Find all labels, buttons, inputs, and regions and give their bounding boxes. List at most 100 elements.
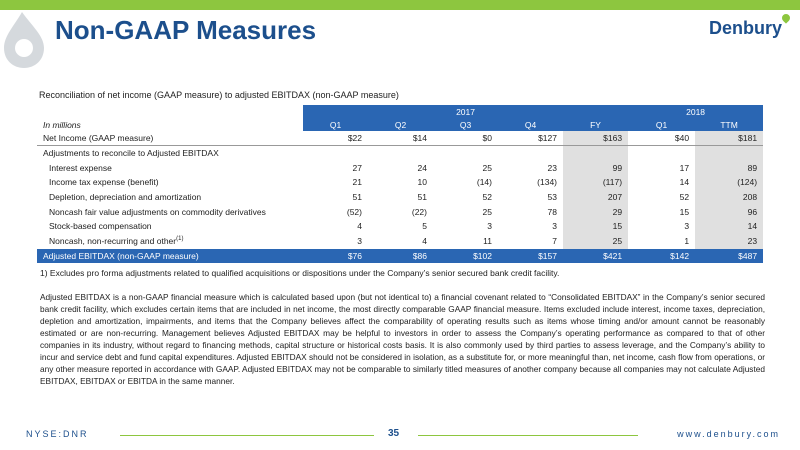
ticker-label: NYSE:DNR	[26, 429, 89, 439]
cell: $127	[498, 131, 563, 147]
cell: 1	[684, 236, 690, 247]
cell: 207	[563, 189, 629, 205]
footnote: 1) Excludes pro forma adjustments relate…	[40, 268, 560, 278]
cell: 15	[679, 206, 690, 217]
reconciliation-table: 2017 2018 In millions Q1 Q2 Q3 Q4 FY Q1 …	[37, 105, 764, 264]
year-header-row: 2017 2018	[37, 105, 764, 118]
cell: 14	[679, 177, 690, 188]
cell: 23	[547, 162, 557, 173]
net-income-row: Net Income (GAAP measure) $22 $14 $0 $12…	[37, 131, 764, 147]
cell: 89	[695, 160, 764, 176]
cell: (134)	[537, 177, 557, 188]
cell: 10	[417, 177, 427, 188]
unit-label: In millions	[37, 118, 303, 131]
table-subtitle: Reconciliation of net income (GAAP measu…	[39, 90, 399, 100]
cell: $76	[303, 248, 368, 264]
water-drop-icon	[4, 12, 44, 68]
cell: 3	[684, 221, 690, 232]
row-label: Noncash, non-recurring and other(1)	[49, 236, 184, 247]
year-2018-header: 2018	[628, 105, 764, 118]
col-header: FY	[563, 118, 629, 131]
year-2017-header: 2017	[303, 105, 629, 118]
col-header: Q1	[628, 118, 696, 131]
cell: $102	[433, 248, 498, 264]
cell: (124)	[695, 175, 764, 190]
cell: 27	[352, 162, 362, 173]
col-header: Q4	[498, 118, 563, 131]
footer-divider-right	[418, 435, 638, 436]
cell: 4	[357, 221, 362, 232]
table-row: Income tax expense (benefit) 21 10 (14) …	[37, 175, 764, 190]
cell: $181	[695, 131, 764, 147]
cell: 11	[483, 236, 492, 247]
footnote-marker: (1)	[176, 236, 184, 243]
cell: $86	[368, 248, 433, 264]
cell: 5	[422, 221, 427, 232]
logo-drop-icon	[780, 12, 792, 24]
website-url: www.denbury.com	[677, 429, 780, 439]
col-header: Q1	[303, 118, 368, 131]
cell: 208	[695, 189, 764, 205]
row-label: Net Income (GAAP measure)	[37, 131, 303, 147]
cell: 21	[352, 177, 362, 188]
col-header: TTM	[695, 118, 764, 131]
cell: (117)	[563, 175, 629, 190]
col-header: Q2	[368, 118, 433, 131]
period-header-row: In millions Q1 Q2 Q3 Q4 FY Q1 TTM	[37, 118, 764, 131]
cell: 51	[352, 192, 362, 203]
cell: 52	[679, 192, 690, 203]
top-accent-bar	[0, 0, 800, 10]
table-row: Noncash, non-recurring and other(1) 3 4 …	[37, 233, 764, 249]
cell: 4	[422, 236, 427, 247]
cell: (14)	[476, 177, 492, 188]
cell: 53	[547, 192, 557, 203]
definition-paragraph: Adjusted EBITDAX is a non-GAAP financial…	[40, 292, 765, 386]
cell: 96	[695, 204, 764, 220]
table-row: Stock-based compensation 4 5 3 3 15 3 14	[37, 219, 764, 234]
row-label: Interest expense	[49, 162, 112, 173]
row-label: Stock-based compensation	[49, 221, 152, 232]
row-label: Noncash fair value adjustments on commod…	[49, 206, 266, 217]
row-label: Adjustments to reconcile to Adjusted EBI…	[43, 148, 219, 159]
row-label: Depletion, depreciation and amortization	[49, 192, 202, 203]
page-number: 35	[388, 428, 400, 439]
cell: $487	[695, 248, 764, 264]
footer-divider-left	[120, 435, 374, 436]
cell: 78	[547, 206, 557, 217]
cell: 3	[357, 236, 362, 247]
cell: (52)	[346, 206, 362, 217]
row-label: Income tax expense (benefit)	[49, 177, 159, 188]
cell: $421	[563, 248, 629, 264]
cell: 7	[552, 236, 557, 247]
cell: 15	[563, 219, 629, 234]
cell: 23	[695, 233, 764, 249]
cell: $142	[628, 248, 696, 264]
adjustments-heading-row: Adjustments to reconcile to Adjusted EBI…	[37, 145, 764, 161]
cell: $40	[628, 131, 696, 147]
cell: $14	[368, 131, 433, 147]
cell: 3	[487, 221, 492, 232]
cell: 17	[679, 162, 690, 173]
cell: 51	[417, 192, 427, 203]
table-row: Interest expense 27 24 25 23 99 17 89	[37, 160, 764, 176]
cell: 25	[563, 233, 629, 249]
cell: $157	[498, 248, 563, 264]
col-header: Q3	[433, 118, 498, 131]
company-logo: Denbury	[708, 18, 782, 38]
cell: 99	[563, 160, 629, 176]
cell: $0	[433, 131, 498, 147]
cell: 29	[563, 204, 629, 220]
total-row: Adjusted EBITDAX (non-GAAP measure) $76 …	[37, 248, 764, 264]
table-row: Noncash fair value adjustments on commod…	[37, 204, 764, 220]
table-row: Depletion, depreciation and amortization…	[37, 189, 764, 205]
cell: 52	[482, 192, 492, 203]
row-label: Adjusted EBITDAX (non-GAAP measure)	[37, 248, 303, 264]
cell: $22	[303, 131, 368, 147]
cell: 24	[417, 162, 427, 173]
cell: 3	[552, 221, 557, 232]
cell: 25	[482, 206, 492, 217]
cell: (22)	[411, 206, 427, 217]
cell: 14	[695, 219, 764, 234]
cell: $163	[563, 131, 629, 147]
page-title: Non-GAAP Measures	[55, 15, 317, 45]
